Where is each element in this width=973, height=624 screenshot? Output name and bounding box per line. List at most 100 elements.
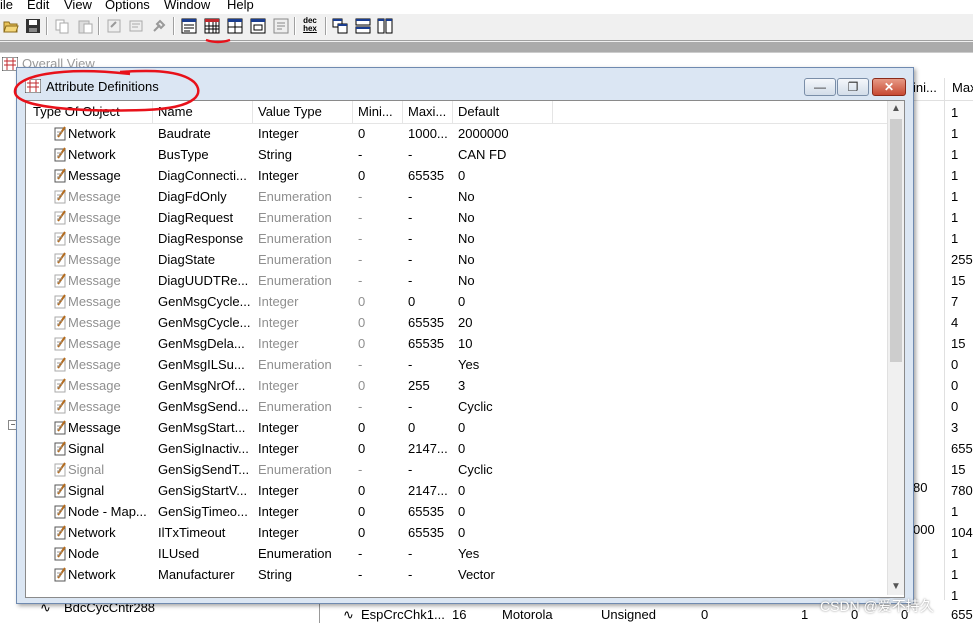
attribute-table-icon[interactable]	[204, 18, 220, 34]
cell-max: 255	[408, 378, 430, 393]
table-row[interactable]: Message DiagResponse Enumeration - - No	[26, 228, 888, 249]
cell-default: 2000000	[458, 126, 509, 141]
cell-name: IlTxTimeout	[158, 525, 226, 540]
column-header-name[interactable]: Name	[153, 101, 253, 123]
minimize-button[interactable]: —	[804, 78, 836, 96]
vertical-scrollbar[interactable]: ▲ ▼	[887, 101, 904, 595]
scrollbar-thumb[interactable]	[890, 119, 902, 362]
cell-name: GenMsgSend...	[158, 399, 249, 414]
scroll-down-icon[interactable]: ▼	[888, 579, 904, 595]
window-icon[interactable]	[250, 18, 266, 34]
restore-button[interactable]: ❐	[837, 78, 869, 96]
cell-max: 0	[408, 294, 416, 309]
table-row[interactable]: Message GenMsgCycle... Integer 0 65535 20	[26, 312, 888, 333]
table-row[interactable]: Message GenMsgDela... Integer 0 65535 10	[26, 333, 888, 354]
table-row[interactable]: Node ILUsed Enumeration - - Yes	[26, 543, 888, 564]
bg-max-value: 0	[951, 357, 959, 372]
overview-icon[interactable]	[181, 18, 197, 34]
table-row[interactable]: Network Manufacturer String - - Vector	[26, 564, 888, 585]
menu-item-options[interactable]: Options	[105, 0, 150, 12]
cascade-icon[interactable]	[332, 18, 348, 34]
table-row[interactable]: Message DiagFdOnly Enumeration - - No	[26, 186, 888, 207]
paste-icon[interactable]	[77, 18, 93, 34]
table-row[interactable]: Message DiagConnecti... Integer 0 65535 0	[26, 165, 888, 186]
column-header-type[interactable]: Type Of Object	[28, 101, 153, 123]
cell-max: 65535	[408, 168, 445, 183]
cell-max: -	[408, 462, 413, 477]
column-header-default[interactable]: Default	[453, 101, 553, 123]
cell-type: Node	[68, 546, 100, 561]
column-header-maximum[interactable]: Maxi...	[403, 101, 453, 123]
bg-max-value: 780	[951, 483, 973, 498]
cell-min: -	[358, 357, 363, 372]
menu-bar: ile Edit View Options Window Help	[0, 0, 973, 14]
cell-default: 0	[458, 504, 466, 519]
bg-max-value: 15	[951, 462, 966, 477]
list-header: Type Of Object Name Value Type Mini... M…	[26, 101, 888, 124]
table-row[interactable]: Signal GenSigSendT... Enumeration - - Cyclic	[26, 459, 888, 480]
menu-item-ile[interactable]: ile	[0, 0, 13, 12]
dec-hex-icon[interactable]: dec hex	[299, 17, 321, 33]
bg-min-fragment: 80	[913, 480, 928, 495]
column-header-minimum[interactable]: Mini...	[353, 101, 403, 123]
cell-value-type: Integer	[258, 168, 299, 183]
bg-max-value: 1	[951, 231, 959, 246]
table-row[interactable]: Signal GenSigStartV... Integer 0 2147... 0	[26, 480, 888, 501]
cell-max: -	[408, 546, 413, 561]
menu-item-view[interactable]: View	[64, 0, 92, 12]
edit-icon[interactable]	[128, 18, 144, 34]
properties-icon[interactable]	[106, 18, 122, 34]
cell-default: No	[458, 273, 475, 288]
open-icon[interactable]	[3, 18, 19, 34]
table-row[interactable]: Network Baudrate Integer 0 1000... 2000000	[26, 123, 888, 144]
cell-min: -	[358, 546, 363, 561]
cell-min: -	[358, 462, 363, 477]
cell-name: DiagUUDTRe...	[158, 273, 249, 288]
close-button[interactable]: ✕	[872, 78, 906, 96]
window-alt-icon[interactable]	[273, 18, 289, 34]
tile-vertical-icon[interactable]	[377, 18, 393, 34]
table-row[interactable]: Message GenMsgNrOf... Integer 0 255 3	[26, 375, 888, 396]
table-row[interactable]: Message DiagState Enumeration - - No	[26, 249, 888, 270]
cell-default: 0	[458, 294, 466, 309]
table-row[interactable]: Network BusType String - - CAN FD	[26, 144, 888, 165]
save-icon[interactable]	[25, 18, 41, 34]
tool-icon[interactable]	[151, 18, 167, 34]
table-row[interactable]: Node - Map... GenSigTimeo... Integer 0 65535…	[26, 501, 888, 522]
menu-item-edit[interactable]: Edit	[27, 0, 49, 12]
attribute-icon	[54, 209, 68, 225]
cell-name: GenMsgILSu...	[158, 357, 245, 372]
cell-type: Message	[68, 399, 121, 414]
cell-value-type: Integer	[258, 336, 299, 351]
table-row[interactable]: Message GenMsgStart... Integer 0 0 0	[26, 417, 888, 438]
cell-max: 65535	[408, 525, 445, 540]
table-icon[interactable]	[227, 18, 243, 34]
cell-name: GenMsgStart...	[158, 420, 246, 435]
cell-default: No	[458, 210, 475, 225]
table-row[interactable]: Signal GenSigInactiv... Integer 0 2147... 0	[26, 438, 888, 459]
cell-min: 0	[358, 483, 366, 498]
cell-name: BusType	[158, 147, 209, 162]
table-row[interactable]: Message GenMsgCycle... Integer 0 0 0	[26, 291, 888, 312]
cell-type: Network	[68, 567, 116, 582]
attribute-icon	[54, 545, 68, 561]
cell-min: 0	[358, 441, 366, 456]
cell-type: Message	[68, 357, 121, 372]
cell-max: -	[408, 399, 413, 414]
scroll-up-icon[interactable]: ▲	[888, 101, 904, 117]
table-row[interactable]: Message DiagRequest Enumeration - - No	[26, 207, 888, 228]
menu-item-help[interactable]: Help	[227, 0, 254, 12]
cell-max: 2147...	[408, 483, 448, 498]
cell-name: DiagState	[158, 252, 216, 267]
column-header-value-type[interactable]: Value Type	[253, 101, 353, 123]
table-row[interactable]: Message DiagUUDTRe... Enumeration - - No	[26, 270, 888, 291]
table-row[interactable]: Message GenMsgILSu... Enumeration - - Yes	[26, 354, 888, 375]
copy-icon[interactable]	[54, 18, 70, 34]
cell-max: -	[408, 273, 413, 288]
watermark: CSDN @爱不持久	[820, 598, 934, 614]
menu-item-window[interactable]: Window	[164, 0, 210, 12]
tile-horizontal-icon[interactable]	[355, 18, 371, 34]
table-row[interactable]: Message GenMsgSend... Enumeration - - Cyclic	[26, 396, 888, 417]
cell-value-type: Enumeration	[258, 546, 332, 561]
table-row[interactable]: Network IlTxTimeout Integer 0 65535 0	[26, 522, 888, 543]
